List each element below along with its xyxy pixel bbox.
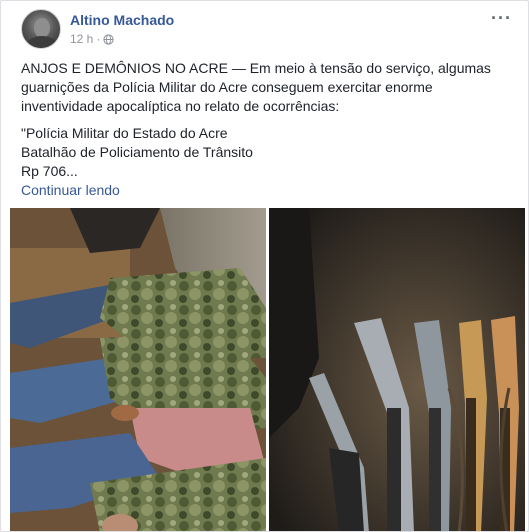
globe-icon[interactable]	[103, 33, 114, 45]
post-time[interactable]: 12 h	[70, 32, 93, 46]
more-options-icon[interactable]: ···	[491, 9, 512, 27]
post-header: Altino Machado 12 h · ···	[21, 9, 518, 53]
continue-reading-link[interactable]: Continuar lendo	[21, 181, 516, 200]
post-text: ANJOS E DEMÔNIOS NO ACRE — Em meio à ten…	[21, 59, 516, 200]
quote-line: Batalhão de Policiamento de Trânsito	[21, 144, 253, 160]
photo-detained-men[interactable]	[10, 208, 266, 531]
photo-seized-rifles-image	[269, 208, 525, 531]
author-name[interactable]: Altino Machado	[70, 12, 174, 28]
avatar-face	[34, 18, 50, 38]
quote-line: Rp 706...	[21, 163, 78, 179]
post-meta: 12 h ·	[70, 32, 114, 46]
post-body: ANJOS E DEMÔNIOS NO ACRE — Em meio à ten…	[21, 60, 491, 114]
facebook-post: Altino Machado 12 h · ··· ANJOS E DEMÔNI…	[0, 0, 529, 532]
avatar-shoulders	[27, 36, 57, 48]
avatar[interactable]	[21, 9, 61, 49]
photo-seized-rifles[interactable]	[269, 208, 525, 531]
meta-separator: ·	[96, 32, 101, 46]
photo-detained-men-image	[10, 208, 266, 531]
post-quote: "Polícia Militar do Estado do Acre Batal…	[21, 124, 516, 200]
quote-line: "Polícia Militar do Estado do Acre	[21, 125, 228, 141]
